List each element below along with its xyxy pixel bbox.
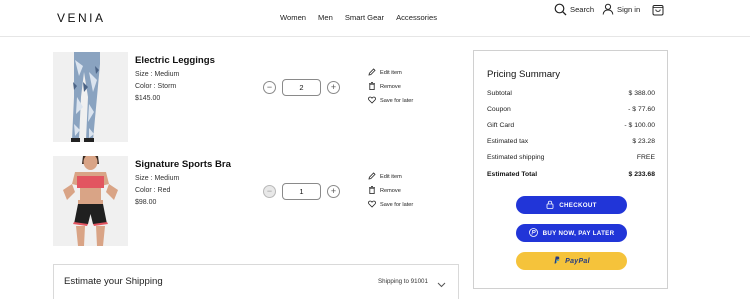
item-details: Signature Sports Bra Size : Medium Color… — [135, 159, 231, 206]
quantity-stepper: − 2 + — [263, 78, 340, 96]
product-image-leggings[interactable] — [53, 52, 128, 142]
cart-button[interactable] — [652, 0, 664, 18]
user-icon — [602, 3, 614, 15]
plus-icon: + — [330, 81, 337, 92]
venia-logo[interactable]: VENIA — [57, 11, 106, 25]
item-price: $98.00 — [135, 199, 157, 206]
nav-men[interactable]: Men — [318, 13, 333, 22]
edit-item-label: Edit item — [380, 70, 402, 76]
site-header: VENIA Women Men Smart Gear Accessories S… — [0, 0, 750, 37]
save-for-later-button[interactable]: Save for later — [368, 198, 413, 212]
summary-value: $ 233.68 — [628, 171, 655, 178]
summary-label: Estimated tax — [487, 138, 529, 145]
minus-icon: − — [266, 185, 273, 196]
quantity-input[interactable]: 2 — [282, 78, 321, 96]
summary-value: - $ 100.00 — [624, 122, 655, 129]
summary-value: $ 388.00 — [628, 90, 655, 97]
pencil-icon — [368, 68, 380, 78]
item-name[interactable]: Signature Sports Bra — [135, 159, 231, 170]
checkout-button[interactable]: CHECKOUT — [516, 196, 627, 214]
summary-row-shipping: Estimated shipping FREE — [487, 154, 655, 161]
remove-button[interactable]: Remove — [368, 80, 413, 94]
item-name[interactable]: Electric Leggings — [135, 55, 215, 66]
item-size: Size : Medium — [135, 175, 180, 182]
signin-label: Sign in — [617, 4, 641, 14]
nav-smart-gear[interactable]: Smart Gear — [345, 13, 384, 22]
paypal-button[interactable]: PayPal — [516, 252, 627, 270]
summary-row-coupon: Coupon - $ 77.60 — [487, 106, 655, 113]
decrement-button[interactable]: − — [263, 80, 276, 94]
paypal-icon — [553, 256, 565, 266]
summary-label: Estimated shipping — [487, 154, 545, 161]
item-color: Color : Storm — [135, 83, 177, 90]
main-nav: Women Men Smart Gear Accessories — [280, 13, 449, 22]
heart-icon — [368, 96, 380, 106]
edit-item-button[interactable]: Edit item — [368, 66, 413, 80]
minus-icon: − — [266, 81, 273, 92]
item-details: Electric Leggings Size : Medium Color : … — [135, 55, 215, 102]
decrement-button[interactable]: − — [263, 184, 276, 198]
remove-button[interactable]: Remove — [368, 184, 413, 198]
save-for-later-label: Save for later — [380, 98, 414, 104]
remove-label: Remove — [380, 84, 401, 90]
save-for-later-label: Save for later — [380, 202, 414, 208]
cart-item: Electric Leggings Size : Medium Color : … — [53, 52, 463, 142]
buy-now-pay-later-button[interactable]: BUY NOW, PAY LATER — [516, 224, 627, 242]
trash-icon — [368, 82, 380, 92]
pricing-summary-title: Pricing Summary — [487, 69, 561, 80]
shipping-to-label: Shipping to 91001 — [378, 278, 428, 285]
summary-label: Subtotal — [487, 90, 512, 97]
summary-row-tax: Estimated tax $ 23.28 — [487, 138, 655, 145]
item-size: Size : Medium — [135, 71, 180, 78]
summary-row-subtotal: Subtotal $ 388.00 — [487, 90, 655, 97]
summary-label: Estimated Total — [487, 171, 538, 178]
edit-item-button[interactable]: Edit item — [368, 170, 413, 184]
summary-row-gift-card: Gift Card - $ 100.00 — [487, 122, 655, 129]
search-button[interactable]: Search — [554, 0, 594, 18]
paypal-label: PayPal — [565, 257, 590, 265]
summary-value: - $ 77.60 — [628, 106, 655, 113]
summary-value: $ 23.28 — [632, 138, 655, 145]
estimate-shipping-title: Estimate your Shipping — [64, 276, 163, 287]
pay-later-icon — [528, 227, 543, 239]
item-price: $145.00 — [135, 95, 161, 102]
save-for-later-button[interactable]: Save for later — [368, 94, 413, 108]
edit-item-label: Edit item — [380, 174, 402, 180]
search-label: Search — [570, 4, 595, 14]
summary-label: Coupon — [487, 106, 511, 113]
quantity-input[interactable]: 1 — [282, 182, 321, 200]
lock-icon — [546, 200, 559, 211]
trash-icon — [368, 186, 380, 196]
summary-label: Gift Card — [487, 122, 515, 129]
pricing-summary: Pricing Summary Subtotal $ 388.00 Coupon… — [473, 50, 668, 289]
quantity-stepper: − 1 + — [263, 182, 340, 200]
plus-icon: + — [330, 185, 337, 196]
nav-accessories[interactable]: Accessories — [396, 13, 437, 22]
cart-item: Signature Sports Bra Size : Medium Color… — [53, 156, 463, 246]
checkout-label: CHECKOUT — [559, 201, 597, 209]
summary-row-total: Estimated Total $ 233.68 — [487, 171, 655, 178]
buy-now-pay-later-label: BUY NOW, PAY LATER — [542, 229, 615, 237]
increment-button[interactable]: + — [327, 80, 340, 94]
remove-label: Remove — [380, 188, 401, 194]
search-icon — [554, 3, 567, 16]
signin-button[interactable]: Sign in — [602, 0, 640, 18]
summary-value: FREE — [636, 154, 655, 161]
shopping-bag-icon — [652, 3, 664, 16]
item-color: Color : Red — [135, 187, 171, 194]
estimate-shipping-section[interactable]: Estimate your Shipping Shipping to 91001 — [53, 264, 459, 299]
nav-women[interactable]: Women — [280, 13, 306, 22]
pencil-icon — [368, 172, 380, 182]
chevron-down-icon[interactable] — [437, 276, 446, 294]
product-image-sports-bra[interactable] — [53, 156, 128, 246]
item-actions: Edit item Remove Save for later — [368, 170, 413, 212]
heart-icon — [368, 200, 380, 210]
increment-button[interactable]: + — [327, 184, 340, 198]
item-actions: Edit item Remove Save for later — [368, 66, 413, 108]
